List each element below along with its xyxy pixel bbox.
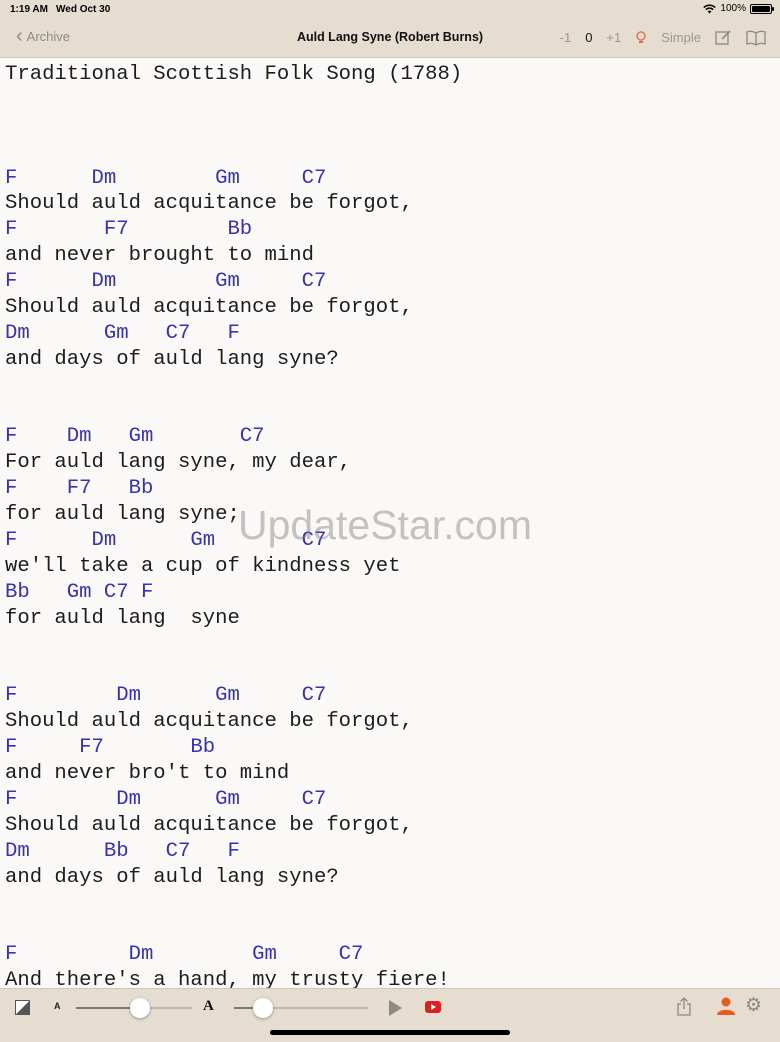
gear-icon[interactable]: ⚙: [745, 996, 762, 1016]
autoscroll-speed-slider[interactable]: [234, 998, 368, 1018]
transpose-value: 0: [585, 30, 593, 45]
chord-line: Dm Bb C7 F: [5, 839, 240, 863]
chord-line: F F7 Bb: [5, 736, 216, 760]
status-time: 1:19 AM: [10, 4, 48, 15]
lyric-line: for auld lang syne;: [5, 503, 240, 527]
font-size-slider-thumb[interactable]: [129, 998, 150, 1018]
chord-line: F F7 Bb: [5, 218, 253, 242]
lightbulb-icon[interactable]: [635, 30, 647, 45]
lyric-line: for auld lang syne: [5, 606, 240, 630]
lyric-line: we'll take a cup of kindness yet: [5, 554, 401, 578]
chord-line: F Dm Gm C7: [5, 684, 327, 708]
lyric-line: [5, 114, 462, 140]
chevron-left-icon: ‹: [16, 24, 23, 47]
share-icon[interactable]: [676, 997, 692, 1021]
battery-icon: [750, 3, 774, 14]
battery-fill: [752, 5, 770, 12]
lyric-line: Should auld acquitance be forgot,: [5, 192, 413, 216]
lyric-line: and days of auld lang syne?: [5, 865, 339, 889]
lyric-line: [5, 399, 462, 425]
transpose-down-button[interactable]: -1: [560, 30, 572, 45]
lyric-line: [5, 88, 462, 114]
back-button[interactable]: ‹ Archive: [16, 24, 71, 47]
font-size-small-label: A: [54, 1001, 61, 1011]
lyric-line: and never bro't to mind: [5, 762, 290, 786]
chord-line: F Dm Gm C7: [5, 166, 327, 190]
font-size-large-label: A: [203, 998, 214, 1014]
lyric-line: and never brought to mind: [5, 244, 314, 268]
back-label: Archive: [26, 29, 71, 44]
chord-line: F F7 Bb: [5, 477, 154, 501]
status-date: Wed Oct 30: [56, 4, 111, 15]
play-icon[interactable]: [389, 1000, 402, 1016]
status-right: 100%: [703, 3, 774, 14]
lyric-line: Should auld acquitance be forgot,: [5, 296, 413, 320]
mode-simple-button[interactable]: Simple: [661, 30, 701, 45]
lyric-line: Should auld acquitance be forgot,: [5, 813, 413, 837]
lyric-line: [5, 373, 462, 399]
lyric-line: [5, 916, 462, 942]
status-bar: 1:19 AM Wed Oct 30 100%: [0, 0, 780, 20]
chord-line: F Dm Gm C7: [5, 529, 327, 553]
battery-percent: 100%: [720, 3, 746, 14]
lyric-line: Traditional Scottish Folk Song (1788): [5, 63, 463, 86]
chord-line: Bb Gm C7 F: [5, 580, 154, 604]
lyric-line: [5, 657, 462, 683]
lyric-line: For auld lang syne, my dear,: [5, 451, 352, 475]
book-icon[interactable]: [746, 30, 766, 46]
lyric-line: [5, 632, 462, 658]
youtube-icon[interactable]: [425, 1001, 441, 1013]
transpose-up-button[interactable]: +1: [606, 30, 621, 45]
lyric-line: [5, 140, 462, 166]
contrast-icon[interactable]: [15, 1000, 30, 1015]
lyric-line: and days of auld lang syne?: [5, 347, 339, 371]
home-indicator: [270, 1030, 510, 1035]
chord-line: F Dm Gm C7: [5, 943, 364, 967]
lyric-line: Should auld acquitance be forgot,: [5, 710, 413, 734]
autoscroll-slider-thumb[interactable]: [253, 998, 274, 1018]
chord-sheet: Traditional Scottish Folk Song (1788) F D…: [5, 62, 462, 994]
chord-line: F Dm Gm C7: [5, 425, 265, 449]
nav-actions: -1 0 +1 Simple: [560, 29, 766, 46]
person-icon[interactable]: [716, 997, 736, 1020]
chord-line: F Dm Gm C7: [5, 270, 327, 294]
chord-line: Dm Gm C7 F: [5, 321, 240, 345]
edit-icon[interactable]: [715, 29, 732, 46]
nav-bar: ‹ Archive Auld Lang Syne (Robert Burns) …: [0, 20, 780, 58]
lyric-line: [5, 891, 462, 917]
font-size-slider[interactable]: [76, 998, 192, 1018]
wifi-icon: [703, 4, 717, 13]
chord-line: F Dm Gm C7: [5, 787, 327, 811]
